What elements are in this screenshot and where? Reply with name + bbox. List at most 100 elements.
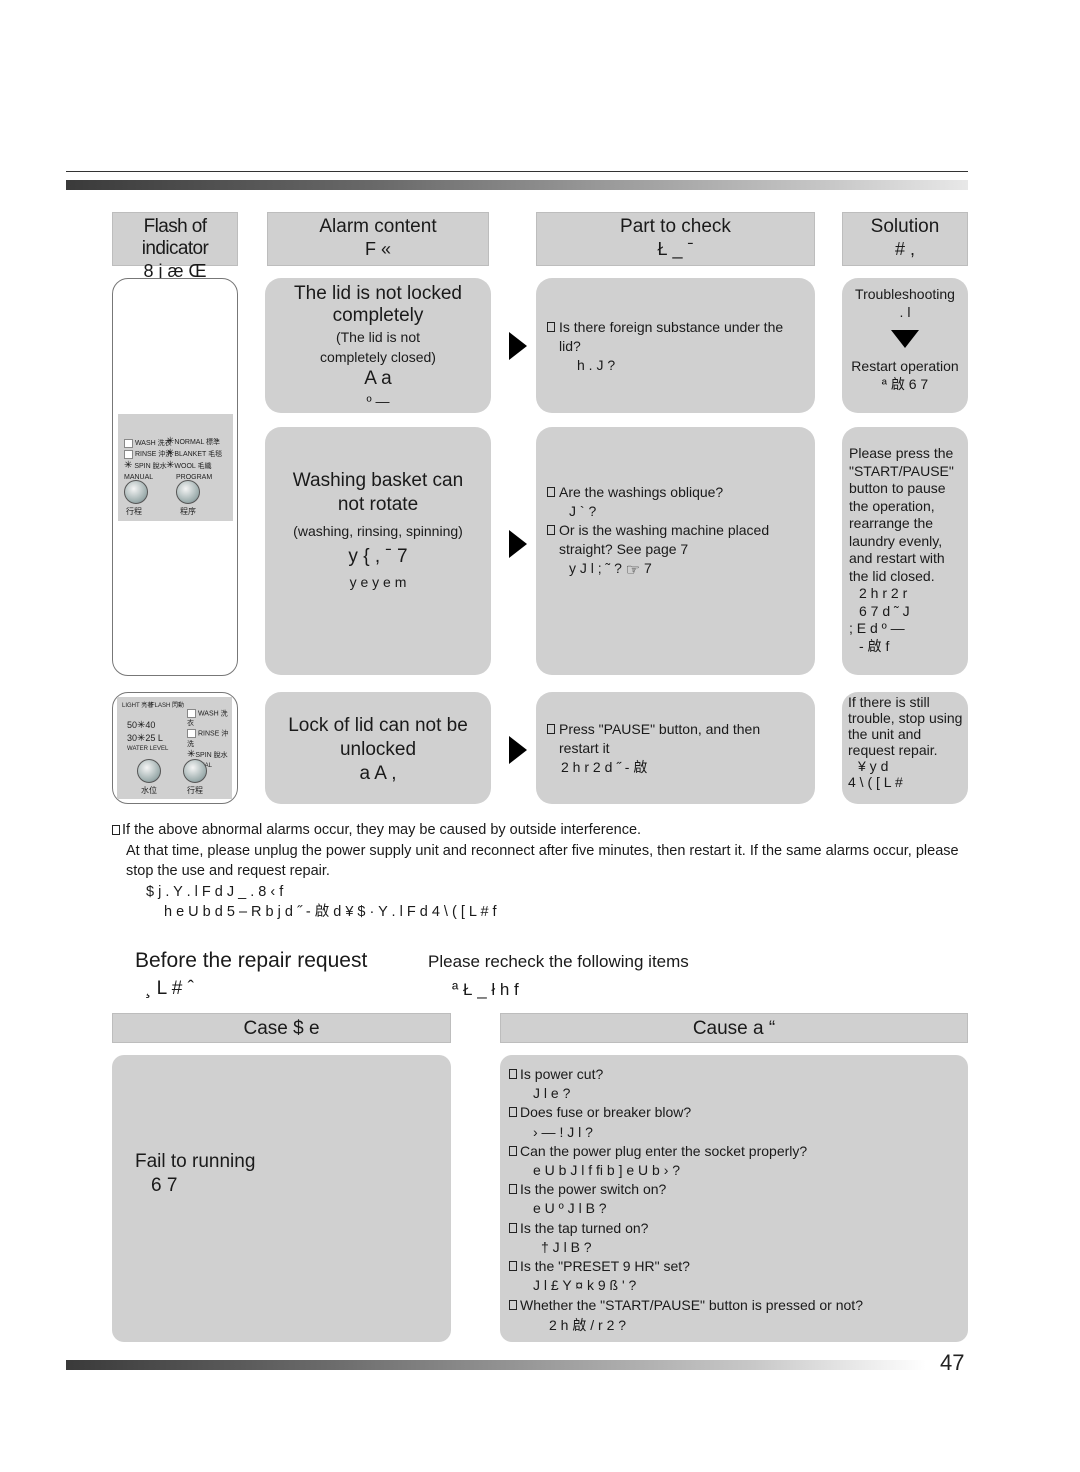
cause-item: Can the power plug enter the socket prop… (509, 1142, 960, 1161)
top-rule (66, 171, 968, 172)
label-normal: NORMAL 標準 (174, 439, 221, 446)
case-card-fail-to-running: Fail to running 6 7 (112, 1055, 451, 1342)
water-level-indicators: 50✳40 30✳25 L WATER LEVEL (127, 719, 168, 753)
indicator-frame-2: LIGHT 亮著 FLASH 閃動 50✳40 30✳25 L WATER LE… (112, 692, 238, 804)
solution-card-row-2: Please press the "START/PAUSE" button to… (842, 427, 968, 675)
header-flash-of-indicator: Flash of indicator 8 j æ Œ (112, 212, 238, 281)
alarm-cn-1: A a (364, 368, 392, 389)
cause-text: Does fuse or breaker blow? (520, 1104, 692, 1121)
checkbox-square-icon (547, 487, 555, 497)
arrow-right-icon (509, 736, 527, 764)
program-indicators: ✳NORMAL 標準 ✳BLANKET 毛毯 ✳WOOL 毛織 PROGRAM (166, 436, 222, 483)
level-50: 50 (127, 720, 138, 730)
legend-flash: FLASH 閃動 (151, 703, 185, 709)
checkbox-square-icon (509, 1145, 517, 1156)
header-alarm-content: Alarm content F « (267, 212, 489, 266)
arrow-down-icon (891, 330, 919, 348)
solution-card-row-3: If there is still trouble, stop using th… (842, 692, 968, 804)
knob-label-water-level: 水位 (141, 786, 157, 795)
label-spin: SPIN 脫水 (134, 463, 167, 470)
alarm-card-basket-not-rotate: Washing basket can not rotate (washing, … (265, 427, 491, 675)
cause-text: Can the power plug enter the socket prop… (520, 1142, 808, 1159)
check-item: Is there foreign substance under the lid… (547, 318, 803, 356)
check-text: Are the washings oblique? (559, 484, 724, 500)
check-item: Or is the washing machine placed straigh… (547, 521, 803, 559)
solution-troubleshooting-cn: . l (899, 303, 911, 320)
repair-section-title: Before the repair request (135, 949, 368, 972)
alarm-title: Washing basket can not rotate (292, 470, 464, 515)
solution-troubleshooting: Troubleshooting (855, 286, 955, 302)
cause-text-cn: 2 h 啟 / r 2 ? (549, 1316, 627, 1333)
cause-card: Is power cut? J l e ? Does fuse or break… (500, 1055, 968, 1342)
checkbox-square-icon (509, 1222, 517, 1233)
solution-cn-line: 2 h r 2 r (859, 585, 908, 601)
cause-text: Is the "PRESET 9 HR" set? (520, 1258, 690, 1275)
solution-cn-line: - 啟 f (859, 637, 890, 654)
header-case-label: Case $ e (243, 1018, 320, 1039)
bottom-gradient-bar (66, 1360, 926, 1370)
header-check-cn: Ł _ ˉ (657, 239, 694, 259)
header-part-to-check: Part to check Ł _ ˉ (536, 212, 815, 266)
alarm-title: Lock of lid can not be unlocked (288, 715, 468, 760)
top-gradient-bar (66, 180, 968, 190)
check-text-cn: y J l ; ˜ ? (569, 560, 622, 576)
page-reference: 7 (644, 560, 652, 576)
cause-text-cn: † J l B ? (541, 1238, 592, 1255)
alarm-subtitle: (washing, rinsing, spinning) (293, 523, 463, 539)
legend-light: LIGHT 亮著 (122, 703, 154, 709)
level-40: 40 (145, 720, 156, 730)
check-text-cn: h . J ? (577, 357, 616, 373)
cause-item: Whether the "START/PAUSE" button is pres… (509, 1296, 960, 1315)
note-line-1: If the above abnormal alarms occur, they… (122, 822, 642, 838)
cause-text-cn: › — ! J l ? (533, 1123, 593, 1140)
alarm-cn-2: y e y e m (349, 574, 407, 590)
cause-text-cn: e U º J l B ? (533, 1200, 607, 1217)
knob-label-program: 程序 (180, 507, 196, 516)
cause-text: Is power cut? (520, 1066, 604, 1082)
arrow-right-icon (509, 530, 527, 558)
alarm-cn-1: a A , (359, 763, 397, 784)
page-number: 47 (940, 1350, 965, 1375)
solution-cn-line: ; E d º — (849, 620, 905, 636)
header-cause-label: Cause a “ (692, 1018, 776, 1039)
cause-item: Does fuse or breaker blow? (509, 1103, 960, 1122)
check-text-cn: 2 h r 2 d ˝ - 啟 (561, 759, 648, 775)
hand-pointing-icon: ☞ (625, 562, 641, 579)
solution-restart-cn: ª 啟 6 7 (881, 375, 929, 392)
label-spin: SPIN 脫水 (195, 751, 228, 759)
alarm-subtitle: (The lid is not completely closed) (320, 329, 436, 365)
case-text: Fail to running 6 7 (135, 1150, 255, 1198)
solution-cn-line: ¥ y d (858, 758, 889, 774)
cause-item: Is the tap turned on? (509, 1219, 960, 1238)
check-card-row-1: Is there foreign substance under the lid… (536, 278, 815, 413)
cause-item: Is the power switch on? (509, 1180, 960, 1199)
alarm-title: The lid is not locked completely (294, 283, 462, 326)
knob-label-course: 行程 (187, 786, 203, 795)
checkbox-square-icon (547, 322, 555, 332)
label-wool: WOOL 毛織 (174, 463, 212, 470)
solution-restart: Restart operation (851, 358, 959, 374)
header-cause: Cause a “ (500, 1013, 968, 1043)
checkbox-square-icon (509, 1069, 517, 1079)
header-check-en: Part to check (620, 216, 731, 237)
label-water-level: WATER LEVEL (127, 746, 169, 752)
check-card-row-2: Are the washings oblique? J ` ? Or is th… (536, 427, 815, 675)
solution-card-row-1: Troubleshooting . l Restart operation ª … (842, 278, 968, 413)
check-item: Are the washings oblique? (547, 483, 803, 502)
solution-text: Please press the "START/PAUSE" button to… (849, 445, 954, 584)
header-solution: Solution # , (842, 212, 968, 266)
cause-text-cn: J l £ Y ¤ k 9 ß ' ? (533, 1277, 637, 1294)
checkbox-square-icon (509, 1184, 517, 1195)
knob-label-course: 行程 (126, 507, 142, 516)
check-text: Press "PAUSE" button, and then restart i… (559, 721, 761, 756)
label-blanket: BLANKET 毛毯 (174, 451, 223, 458)
cause-text: Is the tap turned on? (520, 1219, 649, 1236)
check-card-row-3: Press "PAUSE" button, and then restart i… (536, 692, 815, 804)
flash-star-icon: ✳ (124, 460, 133, 471)
case-en: Fail to running (135, 1151, 256, 1172)
checkbox-square-icon (509, 1300, 517, 1311)
alarm-cn-1: y { , ˉ 7 (348, 546, 408, 567)
course-knob-icon (183, 759, 207, 783)
checkbox-square-icon (112, 825, 120, 835)
control-panel-illustration-1: WASH 洗衣 RINSE 沖洗 ✳ SPIN 脫水 MANUAL ✳NORMA… (118, 414, 233, 521)
